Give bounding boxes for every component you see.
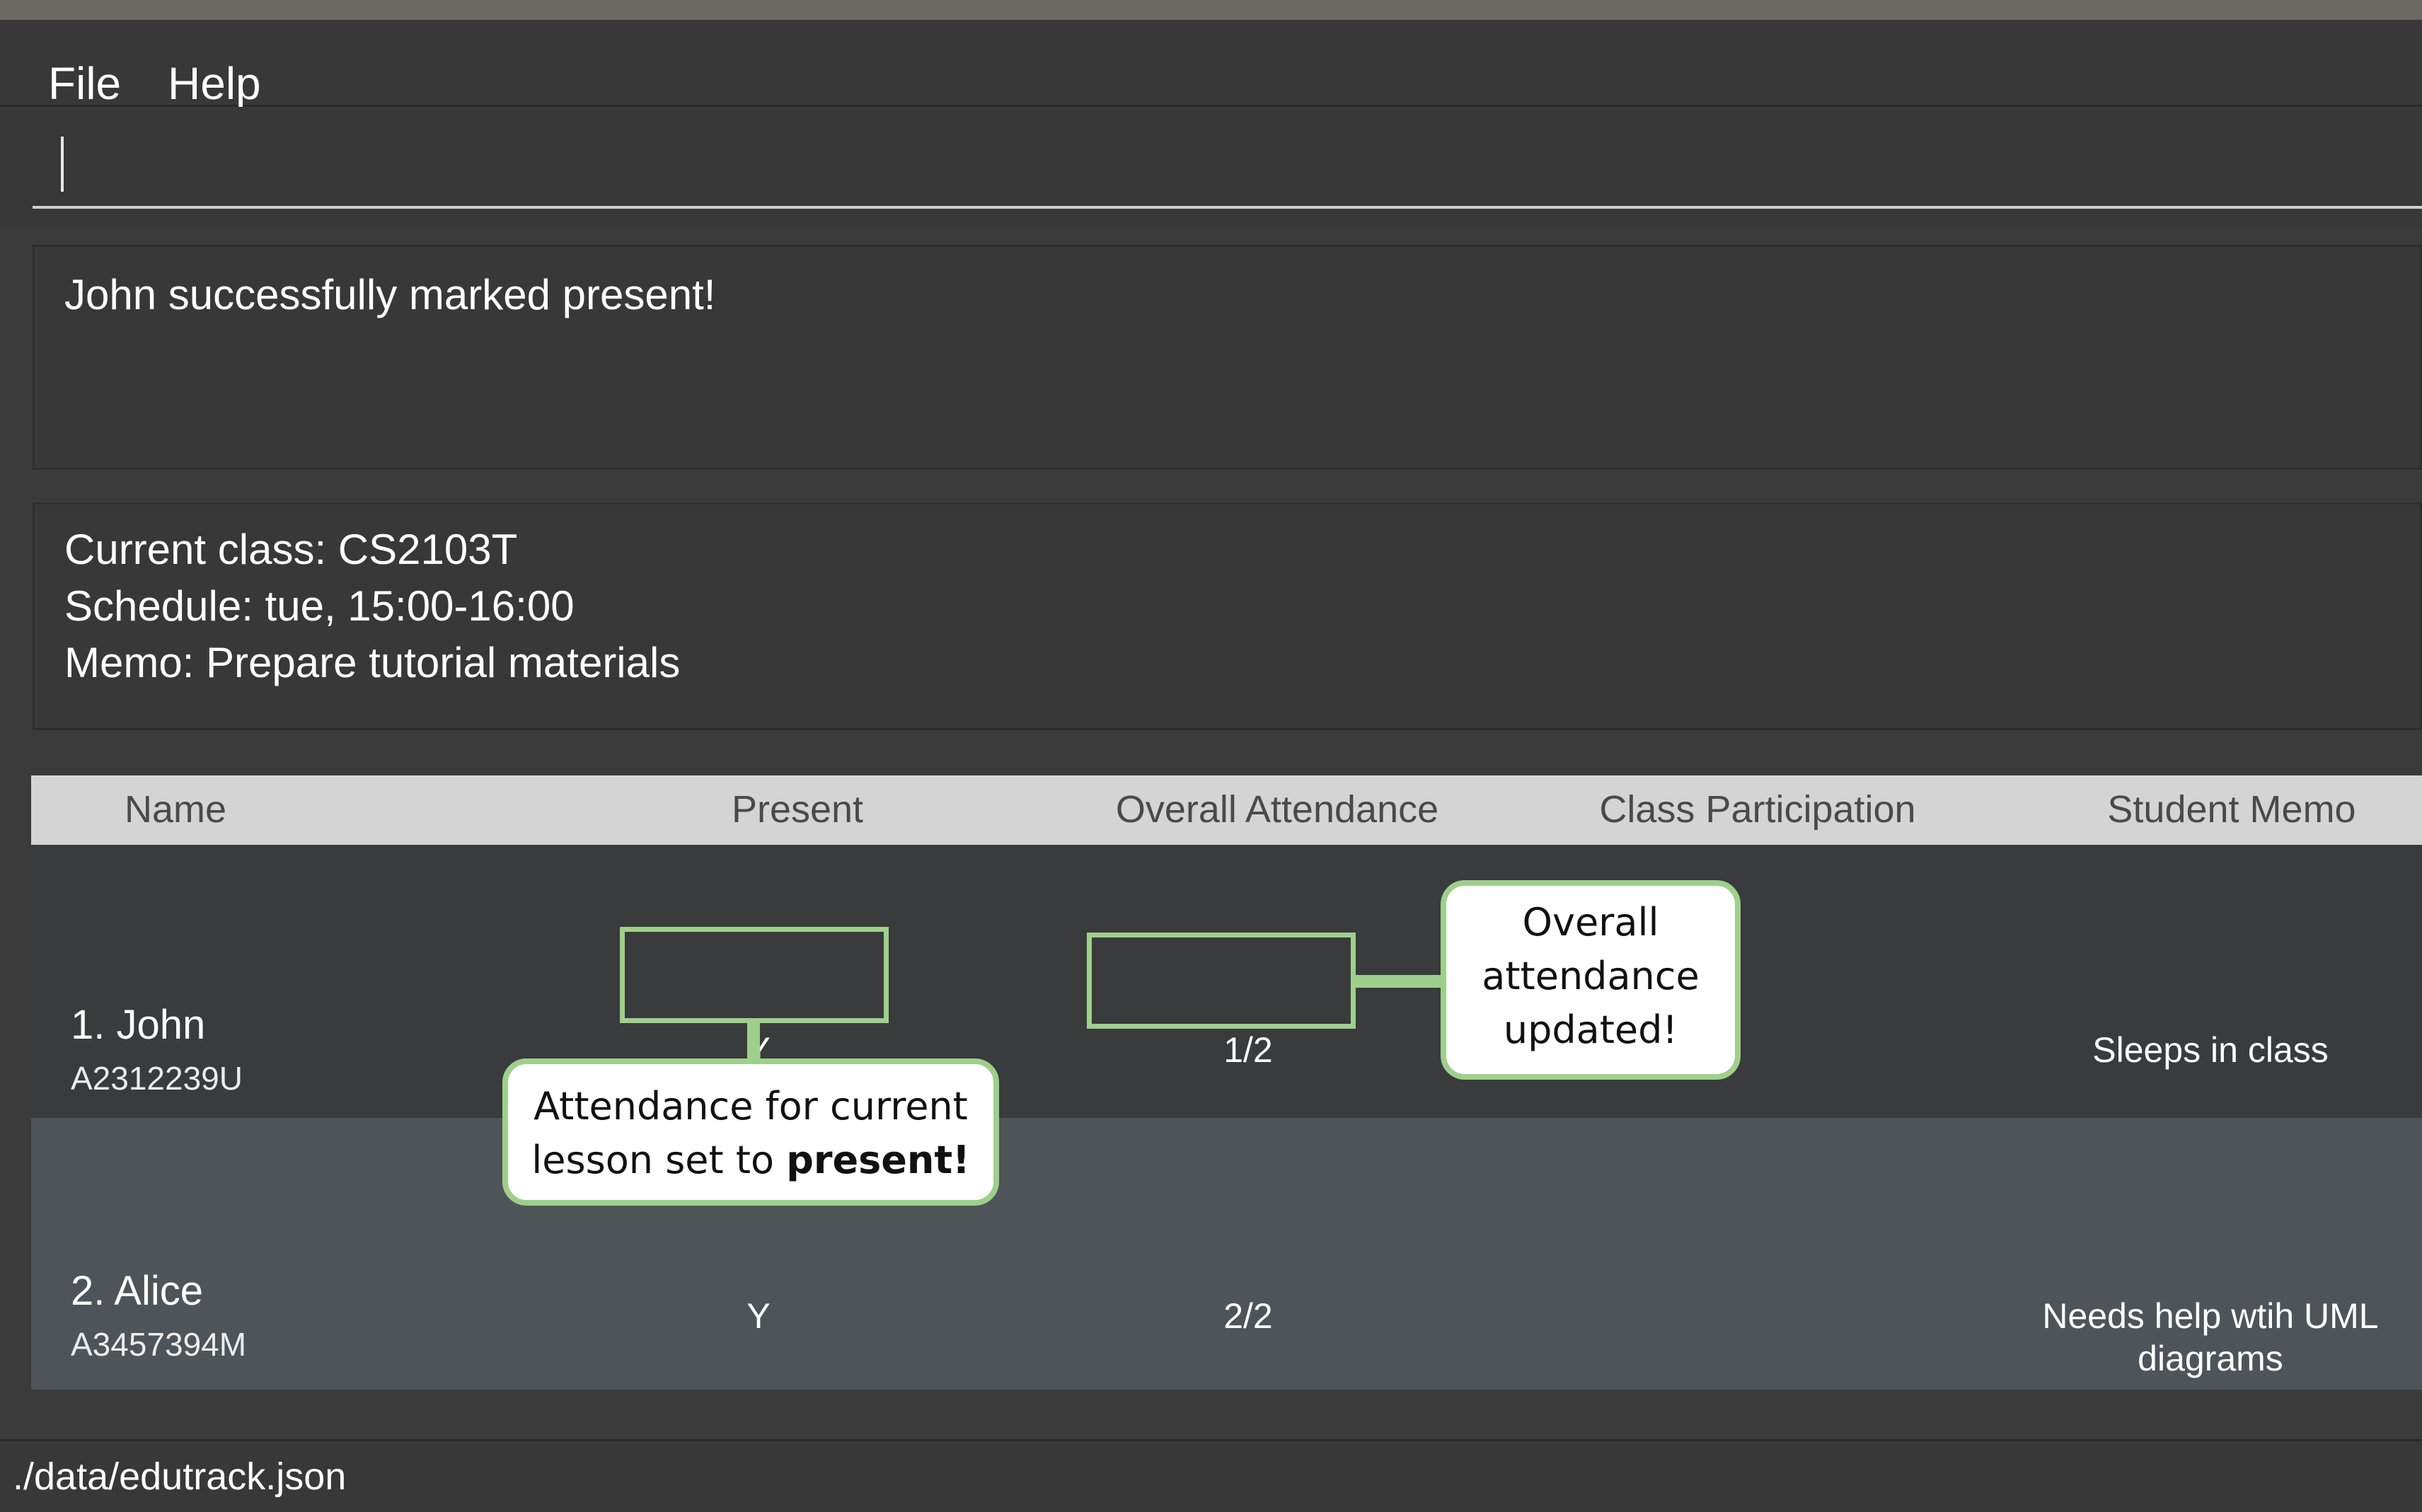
header-name[interactable]: Name xyxy=(31,783,320,836)
text-caret xyxy=(61,137,64,192)
attendance-callout-connector xyxy=(1356,975,1445,988)
present-callout-line1: Attendance for current xyxy=(534,1084,968,1129)
student-id: A3457394M xyxy=(71,1326,247,1363)
schedule-label: Schedule: tue, 15:00-16:00 xyxy=(64,582,575,630)
header-overall-attendance[interactable]: Overall Attendance xyxy=(1068,783,1486,836)
menu-help[interactable]: Help xyxy=(168,57,261,110)
command-input[interactable] xyxy=(33,135,2422,209)
student-name: 2. Alice xyxy=(71,1268,203,1314)
attendance-callout: Overall attendance updated! xyxy=(1441,880,1741,1080)
present-value: Y xyxy=(746,1296,771,1336)
header-student-memo[interactable]: Student Memo xyxy=(2019,783,2422,836)
attendance-callout-line3: updated! xyxy=(1503,1008,1678,1052)
table-header: Name Present Overall Attendance Class Pa… xyxy=(31,775,2422,845)
student-table: Name Present Overall Attendance Class Pa… xyxy=(31,775,2422,1390)
table-row[interactable]: 2. Alice A3457394M Y 2/2 Needs help wtih… xyxy=(31,1118,2422,1390)
result-message: John successfully marked present! xyxy=(64,271,716,318)
attendance-callout-line1: Overall xyxy=(1522,900,1659,945)
header-present[interactable]: Present xyxy=(589,783,1006,836)
present-callout-bold: present! xyxy=(786,1138,970,1182)
student-name: 1. John xyxy=(71,1002,206,1048)
present-callout-connector xyxy=(747,1023,760,1058)
overall-attendance-value: 1/2 xyxy=(1223,1030,1273,1070)
student-memo-value: Needs help wtih UML diagrams xyxy=(2042,1296,2379,1378)
status-bar: ./data/edutrack.json xyxy=(0,1439,2422,1512)
overall-attendance-value: 2/2 xyxy=(1223,1296,1273,1336)
attendance-callout-line2: attendance xyxy=(1482,954,1700,998)
student-id: A2312239U xyxy=(71,1060,243,1097)
student-memo-value: Sleeps in class xyxy=(2092,1030,2329,1070)
present-callout: Attendance for current lesson set to pre… xyxy=(502,1058,999,1206)
memo-label: Memo: Prepare tutorial materials xyxy=(64,639,681,686)
window-title-bar xyxy=(0,0,2422,20)
present-callout-line2: lesson set to present! xyxy=(508,1133,993,1187)
command-box xyxy=(0,107,2422,227)
data-file-path: ./data/edutrack.json xyxy=(13,1455,347,1498)
attendance-highlight-box xyxy=(1087,933,1356,1029)
current-class-label: Current class: CS2103T xyxy=(64,526,518,573)
menu-file[interactable]: File xyxy=(48,57,121,110)
present-callout-line2-prefix: lesson set to xyxy=(531,1138,787,1182)
header-class-participation[interactable]: Class Participation xyxy=(1545,783,1970,836)
present-highlight-box xyxy=(620,927,889,1023)
result-display: John successfully marked present! xyxy=(33,245,2422,470)
menu-bar: File Help xyxy=(0,20,2422,110)
class-info-panel: Current class: CS2103T Schedule: tue, 15… xyxy=(33,502,2422,730)
